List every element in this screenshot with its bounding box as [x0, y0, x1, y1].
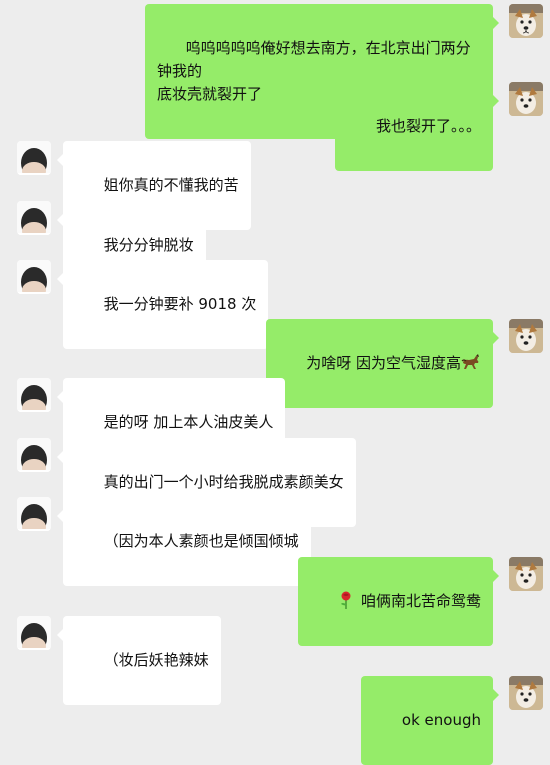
message-text: 是的呀 加上本人油皮美人 [103, 413, 274, 431]
message-bubble-incoming[interactable]: （因为本人素颜也是倾国倾城 [57, 497, 311, 586]
contact-avatar-icon[interactable] [17, 260, 51, 294]
message-text: （妆后妖艳辣妹 [103, 651, 209, 669]
message-text: 姐你真的不懂我的苦 [103, 176, 239, 194]
rose-icon [339, 591, 353, 610]
message-bubble-outgoing[interactable]: 为啥呀 因为空气湿度高 [265, 319, 500, 408]
my-avatar-dog-icon[interactable] [509, 319, 543, 353]
message-text: 我也裂开了。。。 [375, 117, 481, 135]
contact-avatar-icon[interactable] [17, 438, 51, 472]
message-text: 咱俩南北苦命鸳鸯 [360, 592, 481, 610]
my-avatar-dog-icon[interactable] [509, 4, 543, 38]
my-avatar-dog-icon[interactable] [509, 557, 543, 591]
message-text: ok enough [401, 711, 481, 729]
message-bubble-incoming[interactable]: 我一分钟要补 9018 次 [56, 260, 269, 349]
contact-avatar-icon[interactable] [17, 378, 51, 412]
message-text: （因为本人素颜也是倾国倾城 [103, 532, 299, 550]
my-avatar-dog-icon[interactable] [509, 676, 543, 710]
message-bubble-outgoing[interactable]: 我也裂开了。。。 [335, 82, 499, 171]
message-bubble-incoming[interactable]: （妆后妖艳辣妹 [57, 616, 221, 705]
message-text: 我一分钟要补 9018 次 [103, 295, 257, 313]
contact-avatar-icon[interactable] [17, 616, 51, 650]
running-horse-icon [461, 354, 481, 372]
message-text: 为啥呀 因为空气湿度高 [306, 354, 461, 372]
message-text: 真的出门一个小时给我脱成素颜美女 [103, 473, 344, 491]
contact-avatar-icon[interactable] [17, 201, 51, 235]
message-bubble-outgoing[interactable]: 咱俩南北苦命鸳鸯 [298, 557, 499, 646]
chat-conversation: 呜呜呜呜呜俺好想去南方，在北京出门两分钟我的 底妆壳就裂开了 我也裂开了。。。 [0, 0, 550, 765]
message-bubble-outgoing[interactable]: ok enough [361, 676, 499, 765]
contact-avatar-icon[interactable] [17, 141, 51, 175]
message-text: 我分分钟脱妆 [103, 236, 194, 254]
contact-avatar-icon[interactable] [17, 497, 51, 531]
my-avatar-dog-icon[interactable] [509, 82, 543, 116]
